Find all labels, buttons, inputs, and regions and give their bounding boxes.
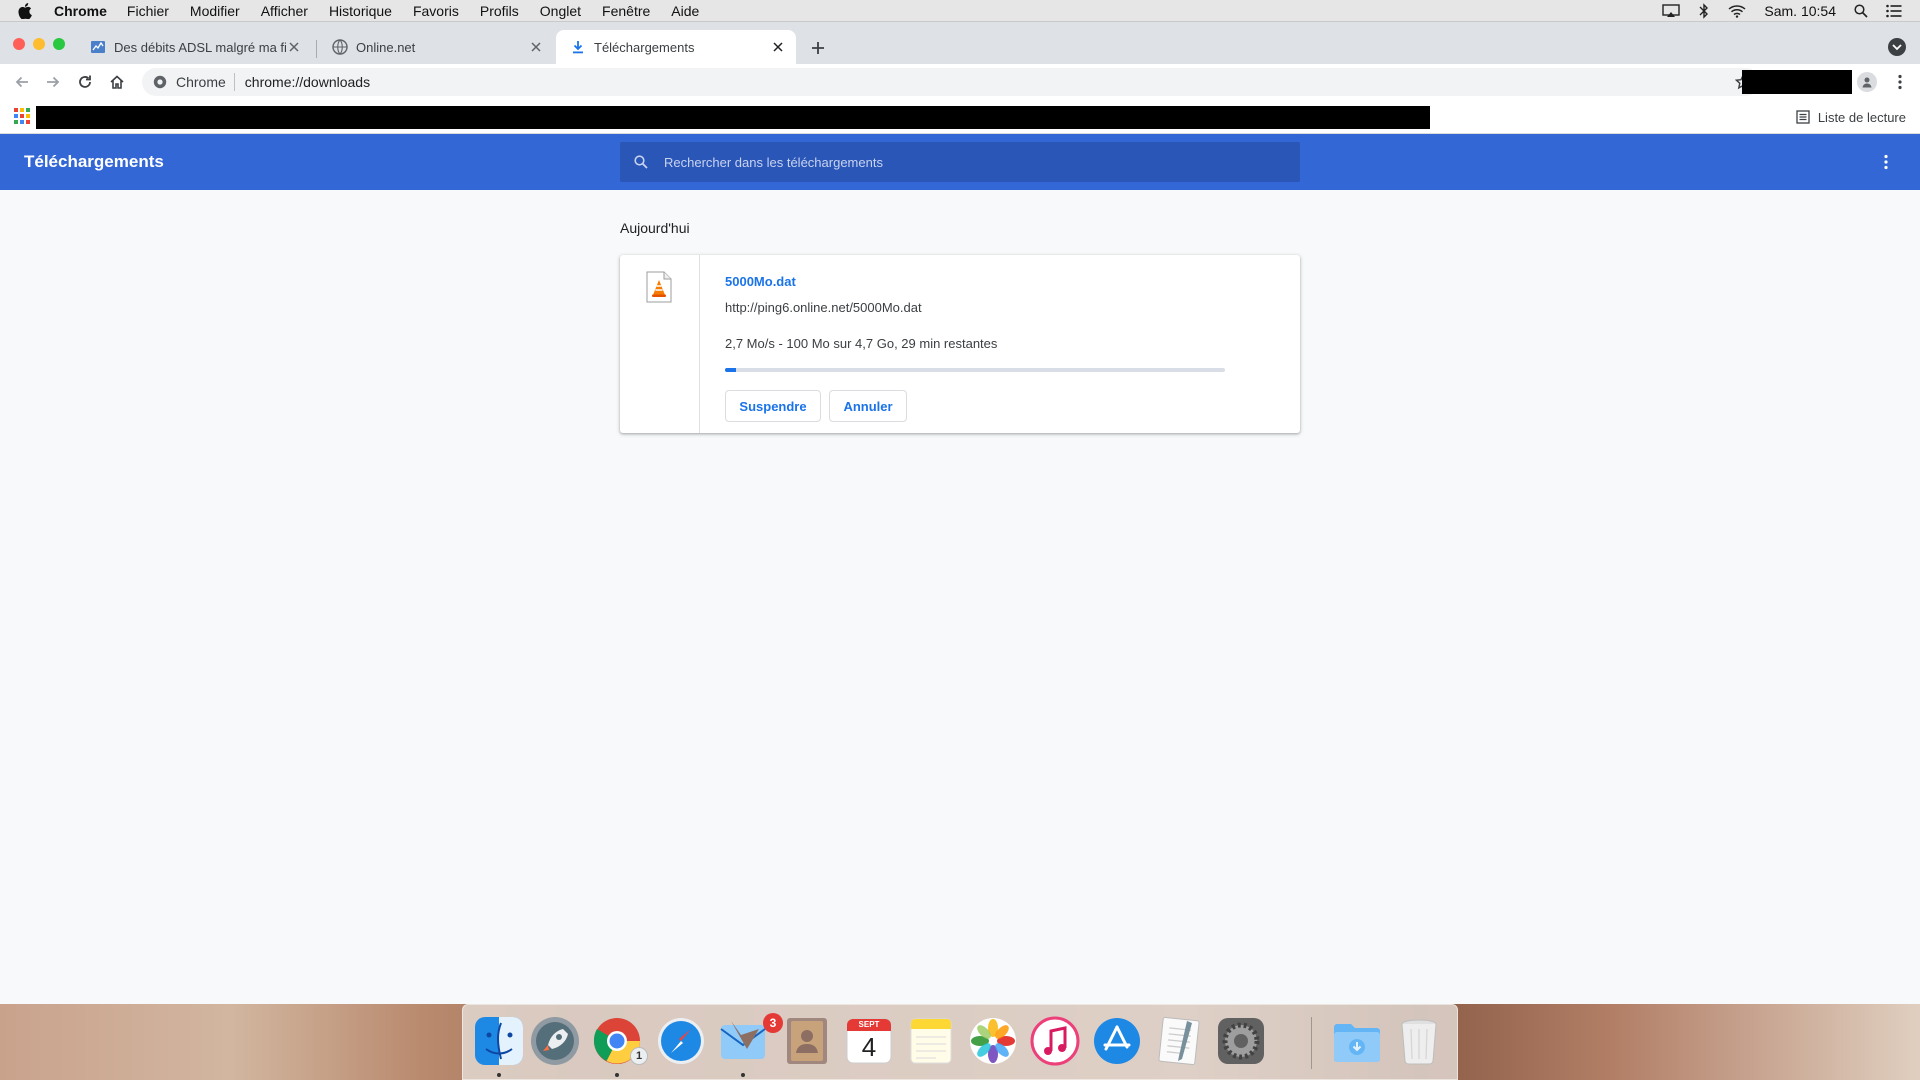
calendar-day: 4 <box>861 1032 877 1062</box>
tab-strip: Des débits ADSL malgré ma fib Online.net… <box>0 22 1920 64</box>
itunes-icon[interactable] <box>1029 1015 1081 1067</box>
pause-button[interactable]: Suspendre <box>725 390 821 422</box>
url-text[interactable]: chrome://downloads <box>245 74 370 90</box>
macos-menubar: Chrome Fichier Modifier Afficher Histori… <box>0 0 1920 22</box>
trash-icon[interactable] <box>1393 1015 1445 1067</box>
redacted-extensions <box>1742 70 1852 94</box>
redacted-bookmarks <box>36 106 1430 129</box>
tab-online-net[interactable]: Online.net <box>318 30 554 64</box>
downloads-folder-icon[interactable] <box>1331 1015 1383 1067</box>
chrome-menu-icon[interactable] <box>1890 72 1910 92</box>
file-name-link[interactable]: 5000Mo.dat <box>725 274 796 289</box>
photos-icon[interactable] <box>967 1015 1019 1067</box>
menu-favoris[interactable]: Favoris <box>413 0 459 22</box>
running-indicator <box>615 1073 619 1077</box>
site-chip: Chrome <box>176 74 226 90</box>
vlc-file-icon <box>646 271 672 303</box>
calendar-icon[interactable]: SEPT 4 <box>843 1015 895 1067</box>
system-preferences-icon[interactable] <box>1215 1015 1267 1067</box>
address-bar[interactable]: Chrome chrome://downloads <box>142 68 1760 96</box>
tab-search-button[interactable] <box>1888 38 1906 56</box>
downloads-page: Aujourd'hui 5000Mo.dat http://ping6.onli… <box>0 190 1920 1004</box>
menu-fichier[interactable]: Fichier <box>127 0 169 22</box>
safari-icon[interactable] <box>655 1015 707 1067</box>
tab-separator <box>316 40 317 58</box>
tab-title: Téléchargements <box>594 39 695 55</box>
date-header: Aujourd'hui <box>620 220 690 236</box>
contacts-icon[interactable] <box>781 1015 833 1067</box>
notes-icon[interactable] <box>905 1015 957 1067</box>
menu-afficher[interactable]: Afficher <box>261 0 308 22</box>
mail-icon[interactable] <box>717 1015 769 1067</box>
download-icon <box>570 39 586 55</box>
menu-historique[interactable]: Historique <box>329 0 392 22</box>
wifi-icon[interactable] <box>1728 4 1746 18</box>
window-close-button[interactable] <box>13 38 25 50</box>
dock: 1 3 SEPT 4 <box>462 1004 1458 1080</box>
home-button[interactable] <box>105 70 129 94</box>
back-button[interactable] <box>10 70 34 94</box>
file-source-url[interactable]: http://ping6.online.net/5000Mo.dat <box>725 300 922 315</box>
calendar-month: SEPT <box>858 1020 880 1029</box>
bluetooth-icon[interactable] <box>1698 3 1710 19</box>
more-actions-icon[interactable] <box>1876 152 1896 172</box>
chrome-downloads-badge: 1 <box>630 1047 648 1065</box>
menu-onglet[interactable]: Onglet <box>540 0 581 22</box>
profile-avatar-icon[interactable] <box>1857 72 1877 92</box>
reading-list-label: Liste de lecture <box>1817 109 1906 125</box>
notification-center-icon[interactable] <box>1886 4 1902 18</box>
close-icon[interactable] <box>770 39 786 55</box>
launchpad-icon[interactable] <box>529 1015 581 1067</box>
omnibox-divider <box>233 73 235 91</box>
file-icon-column <box>620 255 700 433</box>
dock-separator <box>1311 1017 1312 1069</box>
page-title: Téléchargements <box>24 152 164 171</box>
cancel-button[interactable]: Annuler <box>829 390 907 422</box>
app-store-icon[interactable] <box>1091 1015 1143 1067</box>
downloads-search[interactable] <box>620 142 1300 182</box>
window-minimize-button[interactable] <box>33 38 45 50</box>
finder-icon[interactable] <box>473 1015 525 1067</box>
chrome-site-icon <box>152 74 168 90</box>
tab-title: Des débits ADSL malgré ma fib <box>114 39 286 55</box>
menubar-clock[interactable]: Sam. 10:54 <box>1764 3 1836 19</box>
globe-icon <box>332 39 348 55</box>
close-icon[interactable] <box>528 39 544 55</box>
site-favicon-icon <box>90 39 106 55</box>
apps-grid-icon[interactable] <box>14 108 30 124</box>
search-icon <box>634 155 648 169</box>
tab-title: Online.net <box>356 39 416 55</box>
window-zoom-button[interactable] <box>53 38 65 50</box>
download-item: 5000Mo.dat http://ping6.online.net/5000M… <box>620 255 1300 433</box>
forward-button[interactable] <box>41 70 65 94</box>
downloads-toolbar: Téléchargements <box>0 134 1920 190</box>
tab-downloads[interactable]: Téléchargements <box>556 30 796 64</box>
menu-profils[interactable]: Profils <box>480 0 519 22</box>
reading-list-button[interactable]: Liste de lecture <box>1796 100 1906 134</box>
progress-fill <box>725 368 736 372</box>
menu-fenetre[interactable]: Fenêtre <box>602 0 650 22</box>
running-indicator <box>741 1073 745 1077</box>
reading-list-icon <box>1796 110 1810 124</box>
new-tab-button[interactable] <box>806 36 830 60</box>
apple-menu-icon[interactable] <box>18 2 38 19</box>
reload-button[interactable] <box>73 70 97 94</box>
mail-unread-badge: 3 <box>763 1013 783 1033</box>
textedit-icon[interactable] <box>1153 1015 1205 1067</box>
menu-modifier[interactable]: Modifier <box>190 0 240 22</box>
tab-adsl[interactable]: Des débits ADSL malgré ma fib <box>76 30 312 64</box>
spotlight-icon[interactable] <box>1854 4 1868 18</box>
bookmarks-bar: Liste de lecture <box>0 100 1920 134</box>
menu-app-chrome[interactable]: Chrome <box>54 0 107 22</box>
running-indicator <box>497 1073 501 1077</box>
search-input[interactable] <box>662 142 1300 182</box>
menu-aide[interactable]: Aide <box>671 0 699 22</box>
download-progress-bar <box>725 368 1225 372</box>
download-status: 2,7 Mo/s - 100 Mo sur 4,7 Go, 29 min res… <box>725 336 998 351</box>
close-icon[interactable] <box>286 39 302 55</box>
airplay-icon[interactable] <box>1662 4 1681 18</box>
browser-toolbar: Chrome chrome://downloads <box>0 64 1920 100</box>
